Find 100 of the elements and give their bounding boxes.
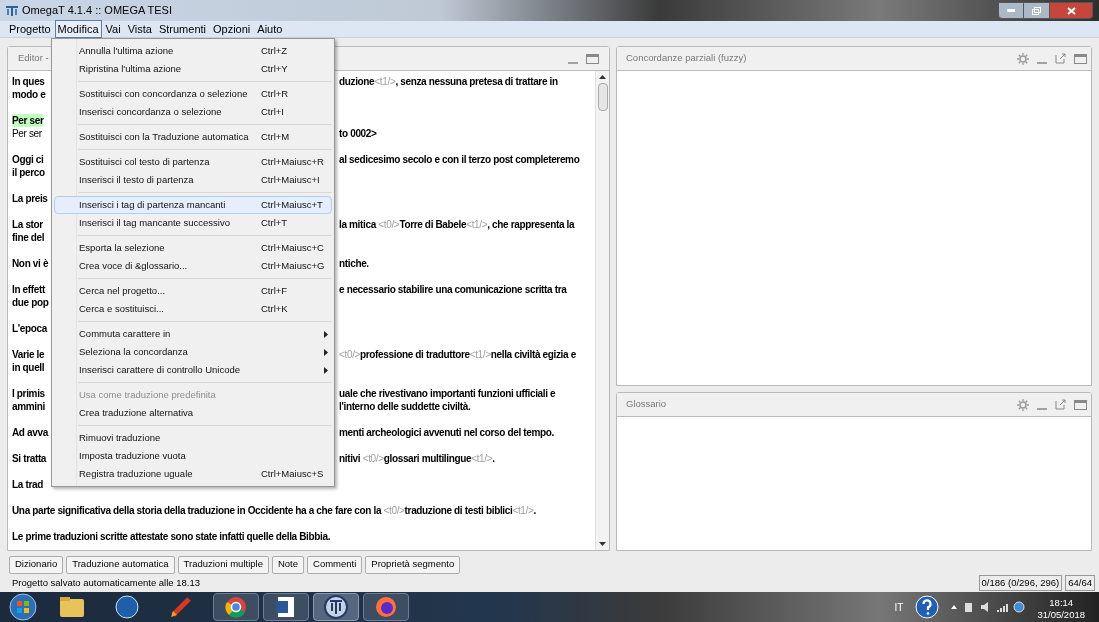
- menu-item[interactable]: Sostituisci col testo di partenza Ctrl+Maiusc+R: [54, 153, 332, 171]
- maximize-button[interactable]: [1024, 2, 1050, 19]
- menu-item[interactable]: Esporta la selezione Ctrl+Maiusc+C: [54, 239, 332, 257]
- segment-text[interactable]: Ad avva: [12, 426, 48, 439]
- segment-text[interactable]: fine del: [12, 231, 45, 244]
- menu-item[interactable]: Annulla l'ultima azione Ctrl+Z: [54, 42, 332, 60]
- menu-item[interactable]: Registra traduzione uguale Ctrl+Maiusc+S: [54, 465, 332, 483]
- taskbar-button[interactable]: [213, 593, 259, 621]
- scrollbar[interactable]: [595, 71, 609, 550]
- menu-item[interactable]: Sostituisci con concordanza o selezione Ctrl+R: [54, 85, 332, 103]
- pane-tab[interactable]: Note: [271, 555, 304, 574]
- clock-time[interactable]: 18:14: [1049, 597, 1074, 609]
- segment-text[interactable]: e necessario stabilire una comunicazione scritta tra: [339, 283, 567, 296]
- segment-text[interactable]: menti archeologici avvenuti nel corso del tempo.: [339, 426, 554, 439]
- menu-item[interactable]: Imposta traduzione vuota: [54, 447, 332, 465]
- menu-bar-item[interactable]: Vai: [102, 19, 124, 39]
- settings-icon[interactable]: [1017, 52, 1029, 65]
- segment-text[interactable]: nitivi <t0/>glossari multilingue<t1/>.: [339, 452, 495, 465]
- menu-item[interactable]: Rimuovi traduzione: [54, 429, 332, 447]
- segment-text[interactable]: La preis: [12, 192, 48, 205]
- segment-text[interactable]: ntiche.: [339, 257, 369, 270]
- menu-item[interactable]: Inserisci concordanza o selezione Ctrl+I: [54, 103, 332, 121]
- menu-item[interactable]: Inserisci il tag mancante successivo Ctrl+T: [54, 214, 332, 232]
- segment-text[interactable]: in quell: [12, 361, 45, 374]
- popout-icon[interactable]: [1055, 399, 1066, 410]
- segment-text[interactable]: ammini: [12, 400, 45, 413]
- segment-text[interactable]: modo e: [12, 88, 46, 101]
- maximize-icon[interactable]: [586, 53, 599, 64]
- menu-item[interactable]: Crea traduzione alternativa: [54, 404, 332, 422]
- segment-text[interactable]: Oggi ci: [12, 153, 44, 166]
- maximize-icon[interactable]: [1074, 399, 1087, 410]
- segment-text[interactable]: I primis: [12, 387, 45, 400]
- start-button-icon[interactable]: [9, 593, 37, 621]
- segment-text[interactable]: Non vi è: [12, 257, 49, 270]
- menu-bar-item[interactable]: Progetto: [6, 19, 54, 39]
- app-logo-icon: [324, 595, 348, 619]
- menu-item[interactable]: Cerca e sostituisci... Ctrl+K: [54, 300, 332, 318]
- taskbar-button[interactable]: [263, 593, 309, 621]
- pane-tab[interactable]: Dizionario: [9, 555, 64, 574]
- segment-text[interactable]: Varie le: [12, 348, 45, 361]
- menu-item[interactable]: Sostituisci con la Traduzione automatica Ctrl+M: [54, 128, 332, 146]
- menu-item[interactable]: Ripristina l'ultima azione Ctrl+Y: [54, 60, 332, 78]
- segment-text[interactable]: In ques: [12, 75, 45, 88]
- segment-counter: 64/64: [1065, 574, 1095, 592]
- folder-icon[interactable]: [59, 595, 85, 619]
- broom-icon[interactable]: [169, 595, 193, 619]
- segment-text[interactable]: La stor: [12, 218, 43, 231]
- segment-text[interactable]: uale che rivestivano importanti funzioni ufficiali e: [339, 387, 556, 400]
- segment-text[interactable]: due pop: [12, 296, 49, 309]
- menu-item[interactable]: Seleziona la concordanza: [54, 343, 332, 361]
- segment-text[interactable]: la mitica <t0/>Torre di Babele<t1/>, che rappresenta la: [339, 218, 575, 231]
- segment-text[interactable]: In effett: [12, 283, 45, 296]
- popout-icon[interactable]: [1055, 53, 1066, 64]
- pane-tab[interactable]: Traduzione automatica: [66, 555, 175, 574]
- close-button[interactable]: [1050, 2, 1093, 19]
- taskbar-button[interactable]: [313, 593, 359, 621]
- pane-tab[interactable]: Proprietà segmento: [365, 555, 461, 574]
- panel-title: Concordanze parziali (fuzzy): [626, 51, 747, 66]
- segment-text[interactable]: <t0/>professione di traduttore<t1/>nella civiltà egizia e: [339, 348, 576, 361]
- scrollbar-thumb[interactable]: [597, 83, 608, 111]
- segment-text[interactable]: al sedicesimo secolo e con il terzo post completeremo: [339, 153, 580, 166]
- menu-item[interactable]: Inserisci il testo di partenza Ctrl+Maiusc+I: [54, 171, 332, 189]
- menu-item[interactable]: Inserisci i tag di partenza mancanti Ctrl+Maiusc+T: [54, 196, 332, 214]
- tray-icons-drawing[interactable]: [951, 601, 1026, 613]
- segment-text[interactable]: Si tratta: [12, 452, 47, 465]
- menu-item[interactable]: Inserisci carattere di controllo Unicode: [54, 361, 332, 379]
- menu-bar-item[interactable]: Aiuto: [254, 19, 286, 39]
- minimize-icon: [1007, 9, 1015, 12]
- progress-counter: 0/186 (0/296, 296): [978, 574, 1063, 592]
- status-message: Progetto salvato automaticamente alle 18.13: [12, 575, 200, 590]
- help-icon[interactable]: [915, 595, 940, 619]
- menu-item[interactable]: Commuta carattere in: [54, 325, 332, 343]
- pane-tab[interactable]: Commenti: [307, 555, 363, 574]
- segment-text[interactable]: L'epoca: [12, 322, 47, 335]
- pane-tab[interactable]: Traduzioni multiple: [177, 555, 269, 574]
- minimize-button[interactable]: [998, 2, 1024, 19]
- segment-text[interactable]: to 0002>: [339, 127, 377, 140]
- clock-date[interactable]: 31/05/2018: [1037, 609, 1085, 621]
- language-indicator[interactable]: IT: [894, 599, 904, 615]
- menu-bar-item[interactable]: Vista: [124, 19, 155, 39]
- scroll-down-icon[interactable]: [599, 542, 606, 546]
- submenu-arrow-icon: [324, 348, 328, 356]
- panel-title: Glossario: [626, 397, 667, 412]
- menu-item[interactable]: Cerca nel progetto... Ctrl+F: [54, 282, 332, 300]
- segment-text[interactable]: il perco: [12, 166, 45, 179]
- segment-text[interactable]: Le prime traduzioni scritte attestate sono state infatti quelle della Bibbia.: [12, 530, 595, 543]
- segment-text[interactable]: l'interno delle suddette civiltà.: [339, 400, 471, 413]
- menu-bar-item[interactable]: Strumenti: [155, 19, 209, 39]
- restore-icon: [1032, 6, 1041, 15]
- segment-text[interactable]: Per ser: [12, 114, 44, 127]
- maximize-icon[interactable]: [1074, 53, 1087, 64]
- settings-icon[interactable]: [1017, 398, 1029, 411]
- scroll-up-icon[interactable]: [599, 75, 606, 79]
- segment-text[interactable]: La trad: [12, 478, 43, 491]
- menu-bar-item[interactable]: Opzioni: [210, 19, 254, 39]
- segment-text[interactable]: Per ser: [12, 127, 42, 140]
- segment-text[interactable]: Una parte significativa della storia della traduzione in Occidente ha a che fare con la <t0/>traduzione di testi biblici<t1/>.: [12, 504, 595, 517]
- segment-text[interactable]: duzione<t1/>, senza nessuna pretesa di trattare in: [339, 75, 558, 88]
- menu-item[interactable]: Crea voce di &glossario... Ctrl+Maiusc+G: [54, 257, 332, 275]
- circle-logo-icon[interactable]: [115, 595, 139, 619]
